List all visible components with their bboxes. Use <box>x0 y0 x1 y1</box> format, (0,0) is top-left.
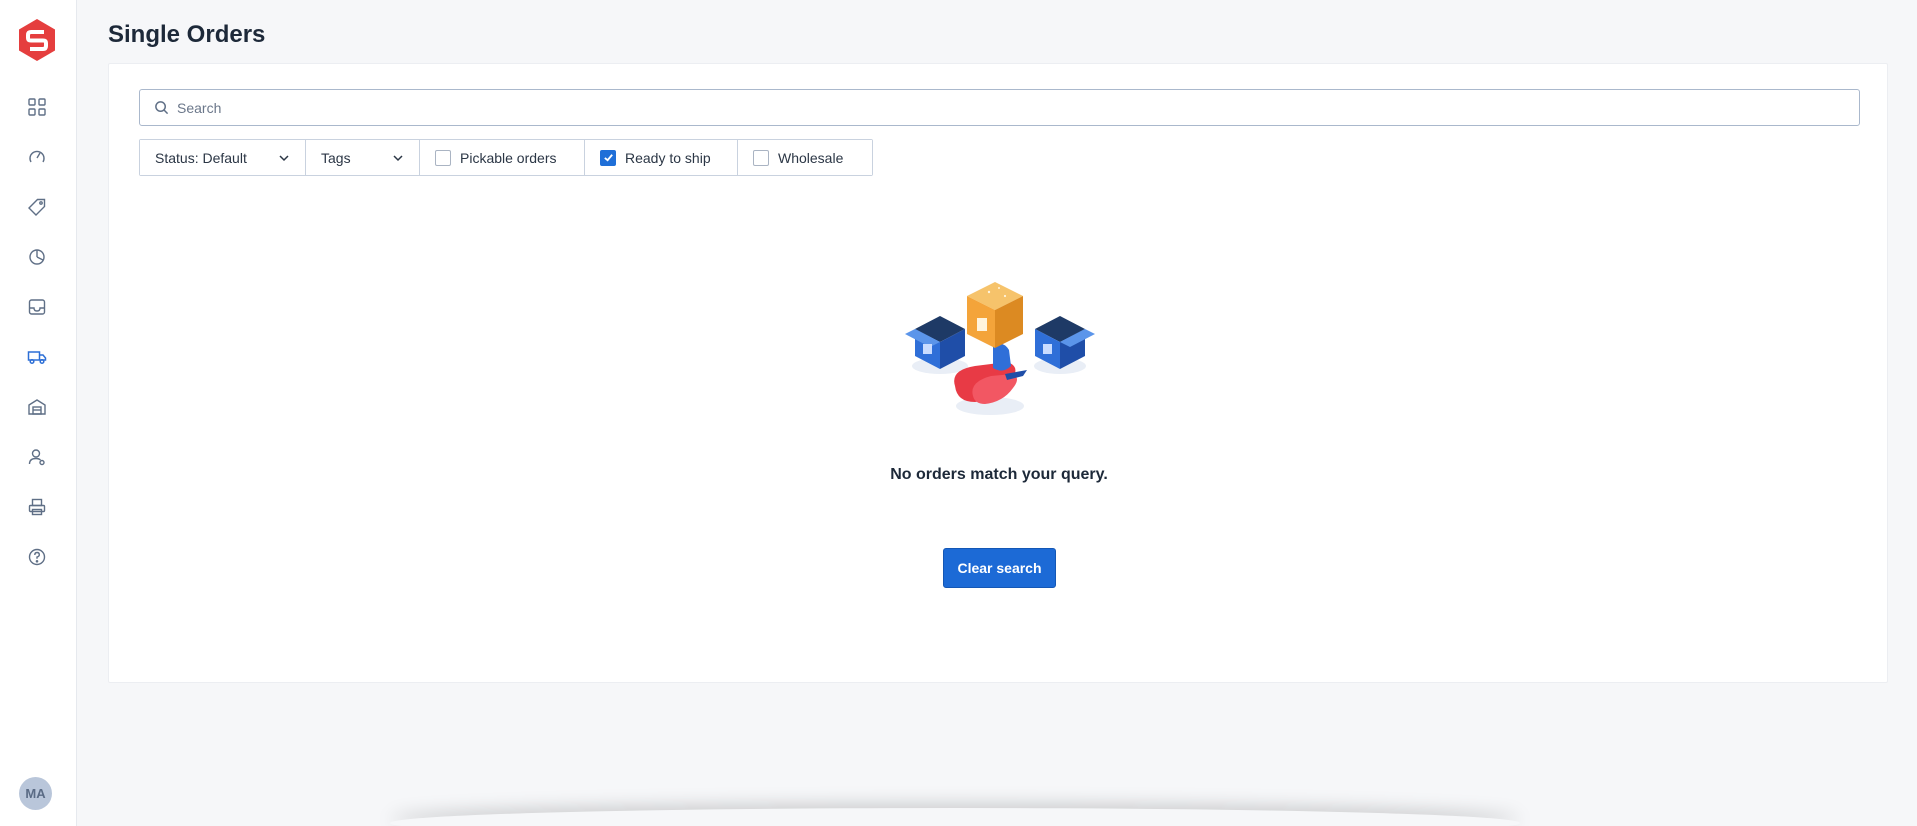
chevron-down-icon <box>279 154 289 161</box>
search-box[interactable] <box>139 89 1860 126</box>
pie-chart-icon <box>29 249 45 265</box>
ready-to-ship-checkbox[interactable] <box>600 149 616 166</box>
chevron-down-icon <box>393 154 403 161</box>
nav-fulfillment[interactable] <box>18 388 56 426</box>
nav-reports[interactable] <box>18 238 56 276</box>
pickable-orders-checkbox[interactable] <box>435 149 451 166</box>
search-input[interactable] <box>177 99 1827 116</box>
bottom-drawer-shadow <box>390 808 1520 826</box>
printer-icon <box>28 498 46 516</box>
nav-dashboard[interactable] <box>18 88 56 126</box>
wholesale-filter[interactable]: Wholesale <box>738 140 872 175</box>
shipping-boxes-illustration <box>905 282 1095 415</box>
nav-printing[interactable] <box>18 488 56 526</box>
search-icon <box>155 101 169 115</box>
speedometer-icon <box>29 150 45 163</box>
filter-bar: Status: Default Tags Pickable orders Rea… <box>139 139 873 176</box>
inbox-icon <box>28 299 46 315</box>
truck-icon <box>27 351 47 365</box>
help-icon <box>28 548 46 566</box>
nav-customers[interactable] <box>18 438 56 476</box>
sidebar: MA <box>0 0 77 826</box>
customers-icon <box>28 449 45 466</box>
checkmark-icon <box>603 154 613 162</box>
wholesale-label: Wholesale <box>778 149 844 166</box>
nav-inbox[interactable] <box>18 288 56 326</box>
nav-products[interactable] <box>18 188 56 226</box>
orders-panel: Status: Default Tags Pickable orders Rea… <box>108 63 1888 683</box>
status-filter-label: Status: Default <box>155 149 247 166</box>
brand-logo[interactable] <box>17 18 57 62</box>
nav-shipments[interactable] <box>18 338 56 376</box>
nav-help[interactable] <box>18 538 56 576</box>
pickable-orders-label: Pickable orders <box>460 149 557 166</box>
dashboard-grid-icon <box>28 98 46 116</box>
user-avatar[interactable]: MA <box>19 777 52 810</box>
page-title: Single Orders <box>108 21 266 48</box>
warehouse-icon <box>28 399 46 415</box>
empty-state-message: No orders match your query. <box>890 466 1108 483</box>
tags-filter-label: Tags <box>321 149 351 166</box>
tag-icon <box>28 198 46 216</box>
ready-to-ship-label: Ready to ship <box>625 149 711 166</box>
clear-search-button[interactable]: Clear search <box>943 548 1056 588</box>
ready-to-ship-filter[interactable]: Ready to ship <box>585 140 738 175</box>
nav-insights[interactable] <box>18 138 56 176</box>
wholesale-checkbox[interactable] <box>753 149 769 166</box>
pickable-orders-filter[interactable]: Pickable orders <box>420 140 585 175</box>
tags-filter-dropdown[interactable]: Tags <box>306 140 420 175</box>
status-filter-dropdown[interactable]: Status: Default <box>140 140 306 175</box>
